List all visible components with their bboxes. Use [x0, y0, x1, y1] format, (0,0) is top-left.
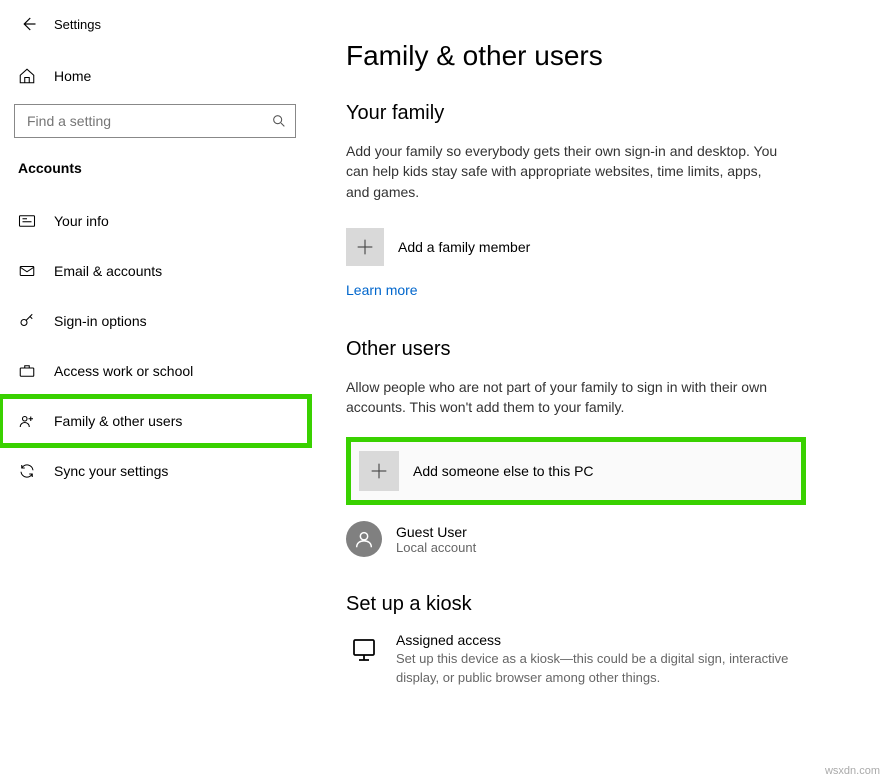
sidebar-item-family[interactable]: Family & other users	[0, 396, 310, 446]
back-button[interactable]	[14, 10, 42, 38]
nav-list: Your info Email & accounts Sign-in optio…	[0, 196, 310, 496]
add-family-member-button[interactable]: Add a family member	[346, 222, 858, 272]
sidebar-item-email[interactable]: Email & accounts	[0, 246, 310, 296]
category-heading: Accounts	[0, 138, 310, 186]
nav-label: Sign-in options	[54, 313, 147, 329]
app-title: Settings	[54, 17, 101, 32]
key-icon	[18, 312, 36, 330]
sidebar-item-work[interactable]: Access work or school	[0, 346, 310, 396]
add-other-label: Add someone else to this PC	[413, 463, 594, 479]
other-users-heading: Other users	[346, 338, 858, 361]
family-heading: Your family	[346, 102, 858, 125]
arrow-left-icon	[19, 15, 37, 33]
home-icon	[18, 67, 36, 85]
sidebar-item-signin[interactable]: Sign-in options	[0, 296, 310, 346]
main-panel: Family & other users Your family Add you…	[310, 0, 888, 781]
learn-more-link[interactable]: Learn more	[346, 282, 418, 298]
nav-label: Email & accounts	[54, 263, 162, 279]
sidebar: Settings Home Accounts Your info	[0, 0, 310, 781]
nav-label: Sync your settings	[54, 463, 168, 479]
assigned-access-button[interactable]: Assigned access Set up this device as a …	[346, 632, 858, 686]
sidebar-item-home[interactable]: Home	[0, 56, 310, 96]
nav-label: Access work or school	[54, 363, 193, 379]
search-icon	[271, 113, 287, 129]
kiosk-heading: Set up a kiosk	[346, 593, 858, 616]
search-input[interactable]	[25, 112, 261, 130]
briefcase-icon	[18, 362, 36, 380]
watermark: wsxdn.com	[825, 765, 880, 777]
person-card-icon	[18, 212, 36, 230]
kiosk-title: Assigned access	[396, 632, 796, 648]
nav-label: Family & other users	[54, 413, 182, 429]
user-name: Guest User	[396, 524, 476, 540]
family-description: Add your family so everybody gets their …	[346, 141, 786, 202]
nav-label: Your info	[54, 213, 109, 229]
home-label: Home	[54, 68, 91, 84]
avatar-icon	[346, 521, 382, 557]
search-input-wrap[interactable]	[14, 104, 296, 138]
add-other-user-button[interactable]: Add someone else to this PC	[346, 437, 806, 505]
sync-icon	[18, 462, 36, 480]
kiosk-description: Set up this device as a kiosk—this could…	[396, 650, 796, 686]
plus-icon	[359, 451, 399, 491]
sidebar-item-sync[interactable]: Sync your settings	[0, 446, 310, 496]
page-title: Family & other users	[346, 40, 858, 72]
user-entry-guest[interactable]: Guest User Local account	[346, 515, 858, 563]
kiosk-icon	[346, 632, 382, 668]
sidebar-item-your-info[interactable]: Your info	[0, 196, 310, 246]
add-family-label: Add a family member	[398, 239, 530, 255]
mail-icon	[18, 262, 36, 280]
user-type: Local account	[396, 540, 476, 555]
people-icon	[18, 412, 36, 430]
plus-icon	[346, 228, 384, 266]
other-users-description: Allow people who are not part of your fa…	[346, 377, 786, 418]
